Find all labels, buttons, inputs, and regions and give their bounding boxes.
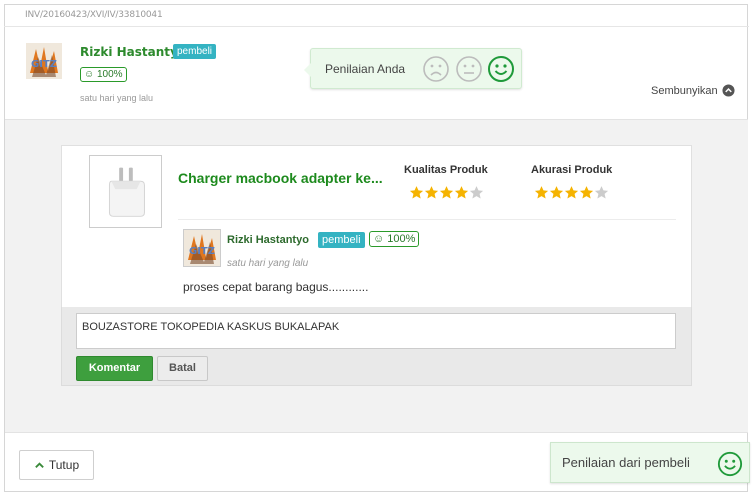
comment-input[interactable]: BOUZASTORE TOKOPEDIA KASKUS BUKALAPAK	[76, 313, 676, 349]
hide-toggle[interactable]: Sembunyikan	[651, 84, 735, 97]
rating-prompt-label: Penilaian Anda	[325, 62, 406, 76]
card-divider	[178, 219, 676, 220]
product-name-link[interactable]: Charger macbook adapter ke...	[178, 170, 383, 186]
star-empty-icon	[469, 186, 484, 199]
smile-icon: ☺	[373, 233, 385, 245]
header-divider	[4, 26, 749, 27]
product-image[interactable]	[89, 155, 162, 228]
invoice-number: INV/20160423/XVI/IV/33810041	[25, 10, 163, 20]
close-label: Tutup	[48, 458, 80, 472]
chevron-up-circle-icon	[722, 84, 735, 97]
sad-face-icon[interactable]	[422, 55, 450, 83]
review-text: proses cepat barang bagus............	[183, 280, 369, 294]
hide-label: Sembunyikan	[651, 84, 718, 97]
star-filled-icon	[579, 186, 594, 199]
reviewer-name[interactable]: Rizki Hastantyo	[227, 234, 309, 246]
happy-face-icon[interactable]	[487, 55, 515, 83]
star-filled-icon	[564, 186, 579, 199]
reviewer-avatar: GITZ	[183, 229, 221, 267]
buyer-badge: pembeli	[173, 44, 217, 59]
accuracy-rating-label: Akurasi Produk	[531, 164, 613, 176]
close-button[interactable]: Tutup	[19, 450, 94, 480]
star-filled-icon	[534, 186, 549, 199]
buyer-name[interactable]: Rizki Hastantyo	[80, 45, 186, 59]
quality-stars	[409, 185, 484, 200]
neutral-face-icon[interactable]	[455, 55, 483, 83]
review-timestamp: satu hari yang lalu	[227, 258, 309, 269]
reviewer-reputation-badge: ☺ 100%	[369, 231, 420, 247]
star-filled-icon	[549, 186, 564, 199]
reputation-value: 100%	[97, 69, 123, 80]
star-filled-icon	[454, 186, 469, 199]
comment-submit-button[interactable]: Komentar	[76, 356, 153, 381]
reviewer-badge: pembeli	[318, 232, 365, 248]
star-filled-icon	[439, 186, 454, 199]
happy-face-icon	[717, 451, 743, 477]
buyer-timestamp: satu hari yang lalu	[80, 93, 154, 103]
accuracy-stars	[534, 185, 609, 200]
smile-icon: ☺	[84, 69, 95, 80]
reputation-badge: ☺ 100%	[80, 67, 127, 82]
comment-cancel-button[interactable]: Batal	[157, 356, 208, 381]
buyer-avatar: GITZ	[26, 43, 62, 79]
svg-text:GITZ: GITZ	[31, 59, 57, 70]
quality-rating-label: Kualitas Produk	[404, 164, 488, 176]
star-filled-icon	[424, 186, 439, 199]
svg-text:GITZ: GITZ	[189, 246, 215, 257]
star-filled-icon	[409, 186, 424, 199]
reviewer-reputation-value: 100%	[387, 233, 416, 245]
chevron-up-icon	[35, 461, 44, 468]
buyer-rating-indicator: Penilaian dari pembeli	[550, 442, 750, 483]
rating-prompt: Penilaian Anda	[304, 48, 522, 89]
star-empty-icon	[594, 186, 609, 199]
buyer-rating-label: Penilaian dari pembeli	[562, 455, 690, 470]
